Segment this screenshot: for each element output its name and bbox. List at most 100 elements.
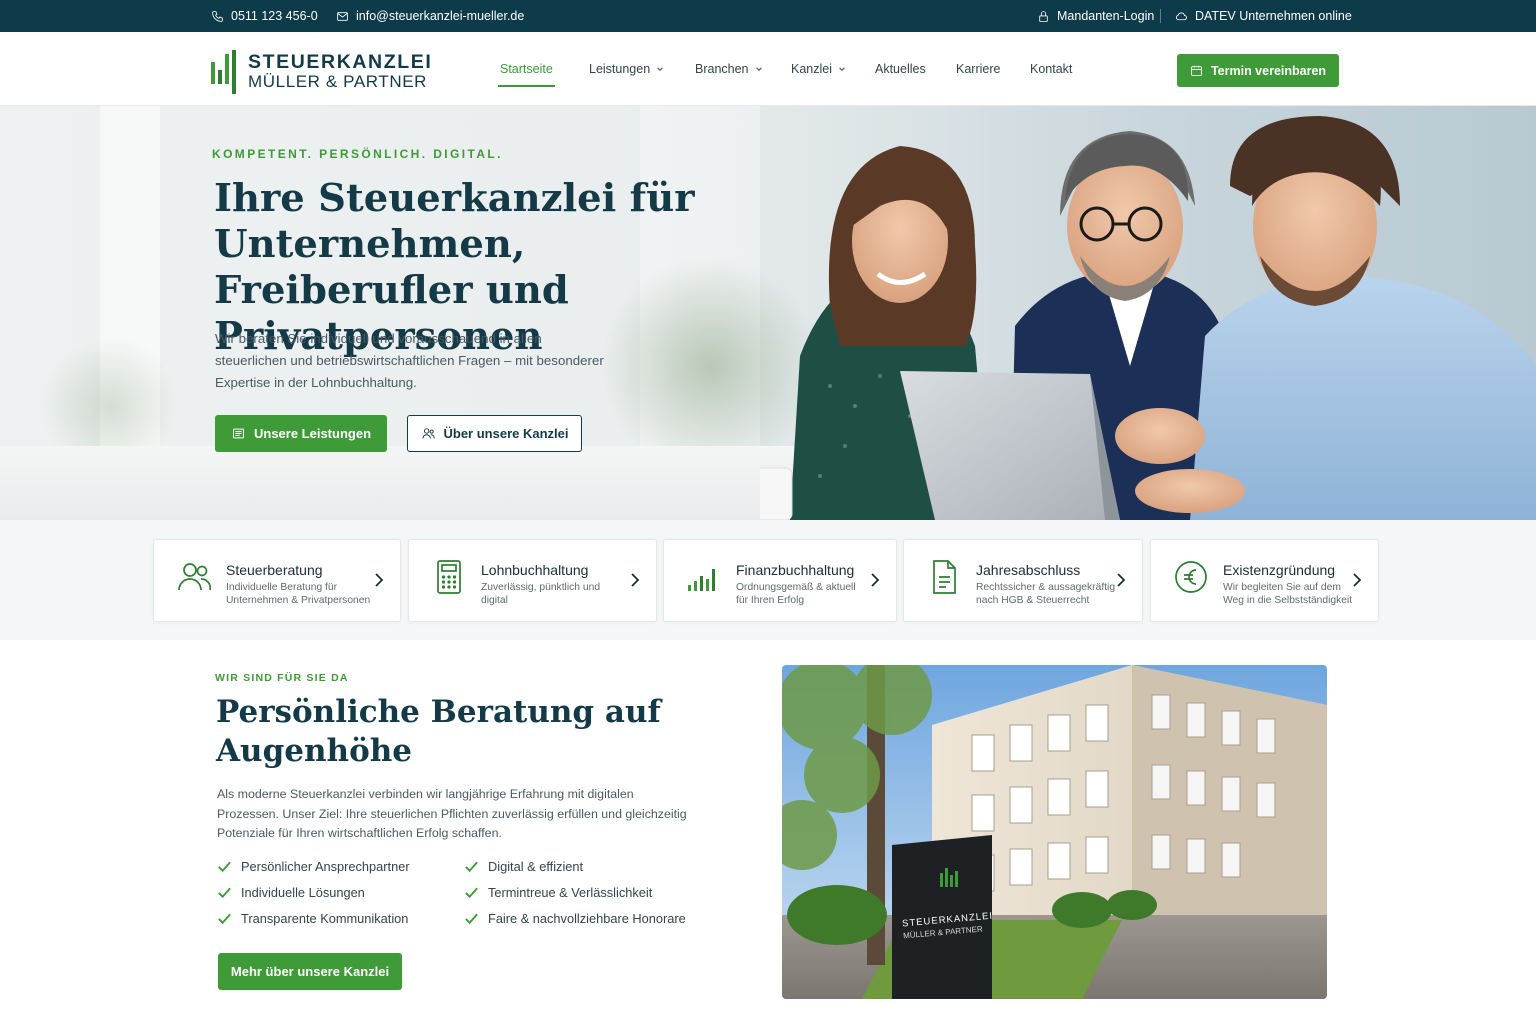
services-button[interactable]: Unsere Leistungen <box>215 415 387 452</box>
phone-icon <box>212 10 223 22</box>
service-desc: Individuelle Beratung für Unternehmen & … <box>226 582 371 606</box>
logo-name-line2: MÜLLER & PARTNER <box>248 72 428 91</box>
service-card-lohnbuchhaltung[interactable]: Lohnbuchhaltung Zuverlässig, pünktlich u… <box>408 539 657 622</box>
service-title: Jahresabschluss <box>976 562 1081 578</box>
nav-label: Aktuelles <box>875 62 926 76</box>
service-desc: Ordnungsgemäß & aktuell für Ihren Erfolg <box>736 582 856 606</box>
datev-link[interactable]: DATEV Unternehmen online <box>1175 0 1352 32</box>
email-address: info@steuerkanzlei-mueller.de <box>356 9 525 23</box>
nav-label: Leistungen <box>589 62 651 76</box>
chevron-down-icon <box>839 67 845 72</box>
about-title: Persönliche Beratung auf Augenhöhe <box>216 694 661 769</box>
check-label: Termintreue & Verlässlichkeit <box>488 885 653 900</box>
logo-bars-icon <box>211 50 236 94</box>
mandanten-login-link[interactable]: Mandanten-Login <box>1037 0 1154 32</box>
datev-label: DATEV Unternehmen online <box>1195 9 1352 23</box>
bar-chart-icon <box>688 569 715 591</box>
about-eyebrow: WIR SIND FÜR SIE DA <box>215 672 349 684</box>
check-label: Faire & nachvollziehbare Honorare <box>488 911 686 926</box>
services-button-label: Unsere Leistungen <box>253 426 372 441</box>
more-about-firm-label: Mehr über unsere Kanzlei <box>230 964 390 979</box>
service-title: Finanzbuchhaltung <box>736 562 855 578</box>
euro-icon-wrap <box>1173 559 1209 595</box>
check-item: Individuelle Lösungen <box>217 885 365 900</box>
logo[interactable]: STEUERKANZLEI MÜLLER & PARTNER <box>210 48 433 94</box>
nav-label: Karriere <box>956 62 1001 76</box>
chevron-right-icon <box>373 572 385 588</box>
nav-item-startseite[interactable]: Startseite <box>498 32 555 106</box>
checkmark-icon <box>218 861 231 873</box>
check-item: Faire & nachvollziehbare Honorare <box>464 911 686 926</box>
chevron-right-icon <box>1115 572 1127 588</box>
check-label: Persönlicher Ansprechpartner <box>241 859 410 874</box>
service-title: Lohnbuchhaltung <box>481 562 589 578</box>
phone-number: 0511 123 456-0 <box>231 9 318 23</box>
check-item: Persönlicher Ansprechpartner <box>217 859 410 874</box>
service-title: Existenzgründung <box>1223 562 1336 578</box>
chevron-down-icon <box>657 67 664 72</box>
topbar-divider <box>1160 9 1161 23</box>
service-card-jahresabschluss[interactable]: Jahresabschluss Rechtssicher & aussagekr… <box>903 539 1143 622</box>
service-desc: Wir begleiten Sie auf dem Weg in die Sel… <box>1223 582 1353 606</box>
people-icon <box>421 428 435 439</box>
top-bar: 0511 123 456-0 info@steuerkanzlei-muelle… <box>0 0 1536 32</box>
checkmark-icon <box>465 887 478 899</box>
about-firm-button[interactable]: Über unsere Kanzlei <box>407 415 582 452</box>
calculator-icon <box>437 560 461 594</box>
nav-item-branchen[interactable]: Branchen <box>695 32 763 106</box>
lock-icon <box>1039 10 1048 22</box>
phone-link[interactable]: 0511 123 456-0 <box>211 0 318 32</box>
email-link[interactable]: info@steuerkanzlei-mueller.de <box>336 0 524 32</box>
calendar-icon <box>1191 65 1202 76</box>
appointment-button[interactable]: Termin vereinbaren <box>1177 54 1339 87</box>
more-about-firm-button[interactable]: Mehr über unsere Kanzlei <box>218 953 402 990</box>
people-icon <box>178 563 212 591</box>
logo-name-line1: STEUERKANZLEI <box>248 51 433 73</box>
check-label: Transparente Kommunikation <box>241 911 409 926</box>
appointment-label: Termin vereinbaren <box>1210 63 1327 78</box>
cloud-icon <box>1176 12 1187 20</box>
login-label: Mandanten-Login <box>1057 9 1155 23</box>
service-desc: Rechtssicher & aussagekräftig nach HGB &… <box>976 582 1116 606</box>
service-card-existenzgruendung[interactable]: Existenzgründung Wir begleiten Sie auf d… <box>1150 539 1379 622</box>
chevron-right-icon <box>629 572 641 588</box>
hero-eyebrow: KOMPETENT. PERSÖNLICH. DIGITAL. <box>212 147 503 161</box>
chevron-down-icon <box>755 67 762 72</box>
mail-icon <box>337 11 348 21</box>
checkmark-icon <box>218 887 231 899</box>
nav-label: Startseite <box>500 62 553 76</box>
calculator-icon-wrap <box>431 559 467 595</box>
hero-section: KOMPETENT. PERSÖNLICH. DIGITAL. Ihre Ste… <box>0 106 1536 520</box>
hero-text: Wir beraten Sie individuell und voraussc… <box>215 331 604 390</box>
document-icon <box>933 560 956 594</box>
nav-item-aktuelles[interactable]: Aktuelles <box>875 32 926 106</box>
site-header: STEUERKANZLEI MÜLLER & PARTNER Startseit… <box>0 32 1536 106</box>
about-text: Als moderne Steuerkanzlei verbinden wir … <box>217 787 687 840</box>
nav-item-leistungen[interactable]: Leistungen <box>589 32 664 106</box>
service-card-finanzbuchhaltung[interactable]: Finanzbuchhaltung Ordnungsgemäß & aktuel… <box>663 539 897 622</box>
office-building-photo: STEUERKANZLEI MÜLLER & PARTNER <box>782 665 1327 999</box>
checkmark-icon <box>465 913 478 925</box>
nav-item-karriere[interactable]: Karriere <box>956 32 1000 106</box>
nav-item-kontakt[interactable]: Kontakt <box>1030 32 1072 106</box>
service-title: Steuerberatung <box>226 562 323 578</box>
nav-item-kanzlei[interactable]: Kanzlei <box>791 32 846 106</box>
service-card-steuerberatung[interactable]: Steuerberatung Individuelle Beratung für… <box>153 539 401 622</box>
checkmark-icon <box>465 861 478 873</box>
check-item: Digital & effizient <box>464 859 583 874</box>
about-firm-button-label: Über unsere Kanzlei <box>443 426 569 441</box>
list-icon <box>233 428 244 439</box>
checkmark-icon <box>218 913 231 925</box>
nav-label: Kontakt <box>1030 62 1073 76</box>
document-icon-wrap <box>926 559 962 595</box>
nav-label: Kanzlei <box>791 62 832 76</box>
check-label: Digital & effizient <box>488 859 584 874</box>
nav-label: Branchen <box>695 62 749 76</box>
check-item: Termintreue & Verlässlichkeit <box>464 885 652 900</box>
chevron-right-icon <box>1351 572 1363 588</box>
euro-icon <box>1175 561 1207 593</box>
people-icon-wrap <box>176 559 212 595</box>
bar-chart-icon-wrap <box>686 559 722 595</box>
chevron-right-icon <box>869 572 881 588</box>
check-item: Transparente Kommunikation <box>217 911 408 926</box>
